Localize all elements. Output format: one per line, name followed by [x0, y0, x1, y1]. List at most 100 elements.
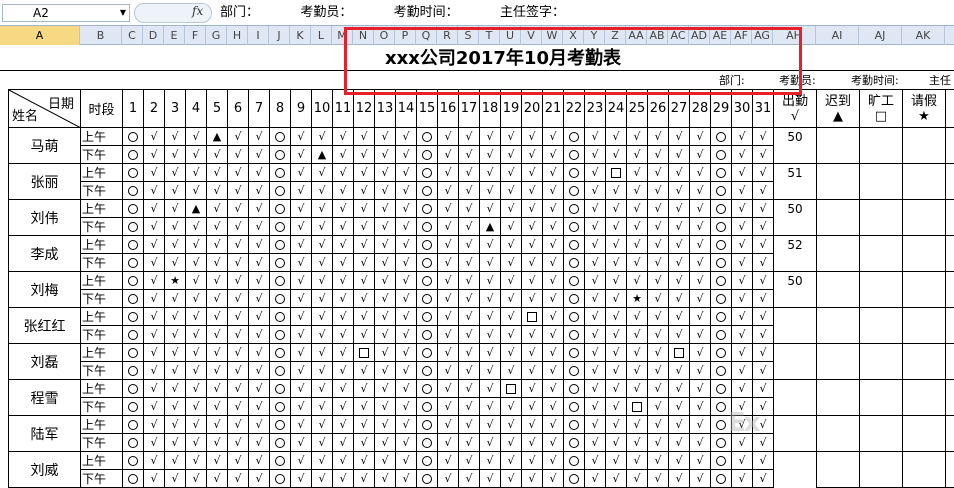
attendance-cell[interactable]: √ [668, 433, 690, 452]
attendance-cell[interactable]: √ [437, 181, 459, 200]
attendance-cell[interactable]: √ [584, 361, 606, 380]
attendance-cell[interactable]: √ [206, 145, 228, 164]
attendance-cell[interactable]: √ [689, 397, 711, 416]
attend-total[interactable] [773, 451, 817, 488]
attendance-cell[interactable] [500, 379, 522, 398]
column-header-aa[interactable]: AA [626, 26, 647, 45]
attendance-cell[interactable]: √ [164, 181, 186, 200]
attendance-cell[interactable]: √ [500, 433, 522, 452]
attendance-cell[interactable]: √ [248, 415, 270, 434]
attendance-cell[interactable]: √ [185, 145, 207, 164]
attendance-cell[interactable]: √ [164, 127, 186, 146]
attendance-cell[interactable]: √ [143, 217, 165, 236]
employee-name[interactable]: 李成 [8, 235, 81, 272]
day-header-9[interactable]: 9 [290, 89, 312, 128]
attendance-cell[interactable]: √ [353, 397, 375, 416]
attendance-cell[interactable]: √ [647, 181, 669, 200]
attendance-cell[interactable]: √ [647, 127, 669, 146]
attendance-cell[interactable]: √ [311, 451, 333, 470]
attendance-cell[interactable]: √ [248, 253, 270, 272]
attendance-cell[interactable]: √ [311, 415, 333, 434]
attendance-cell[interactable]: √ [521, 127, 543, 146]
attendance-cell[interactable]: √ [500, 451, 522, 470]
attendance-cell[interactable]: √ [626, 253, 648, 272]
day-header-10[interactable]: 10 [311, 89, 333, 128]
attendance-cell[interactable]: √ [290, 415, 312, 434]
attendance-cell[interactable]: √ [626, 325, 648, 344]
attendance-cell[interactable]: √ [689, 289, 711, 308]
column-header-y[interactable]: Y [584, 26, 605, 45]
attendance-cell[interactable]: ▲ [479, 217, 501, 236]
attendance-cell[interactable]: √ [584, 289, 606, 308]
attendance-cell[interactable]: √ [311, 253, 333, 272]
attendance-cell[interactable] [269, 289, 291, 308]
attendance-cell[interactable]: √ [437, 271, 459, 290]
attendance-cell[interactable] [122, 451, 144, 470]
attendance-cell[interactable]: √ [605, 451, 627, 470]
attend-total[interactable] [773, 379, 817, 416]
column-header-n[interactable]: N [353, 26, 374, 45]
attendance-cell[interactable]: √ [374, 235, 396, 254]
day-header-3[interactable]: 3 [164, 89, 186, 128]
attendance-cell[interactable]: √ [752, 253, 774, 272]
attendance-cell[interactable]: √ [311, 163, 333, 182]
day-header-18[interactable]: 18 [479, 89, 501, 128]
info-row[interactable]: 部门: 考勤员: 考勤时间: 主任 [0, 72, 954, 89]
attendance-cell[interactable]: √ [353, 289, 375, 308]
attend-total[interactable] [773, 415, 817, 452]
column-header-r[interactable]: R [437, 26, 458, 45]
attendance-cell[interactable]: √ [353, 415, 375, 434]
attendance-cell[interactable]: √ [689, 217, 711, 236]
attendance-cell[interactable]: √ [605, 271, 627, 290]
attendance-cell[interactable] [563, 127, 585, 146]
attendance-cell[interactable] [416, 433, 438, 452]
attendance-cell[interactable] [269, 469, 291, 488]
attendance-cell[interactable]: √ [248, 217, 270, 236]
attendance-cell[interactable]: √ [689, 361, 711, 380]
attendance-cell[interactable]: √ [500, 289, 522, 308]
attendance-cell[interactable]: √ [731, 181, 753, 200]
attendance-cell[interactable]: √ [143, 361, 165, 380]
attendance-cell[interactable]: √ [437, 469, 459, 488]
attendance-cell[interactable]: √ [437, 127, 459, 146]
attendance-cell[interactable]: √ [374, 127, 396, 146]
attendance-cell[interactable]: √ [290, 217, 312, 236]
attendance-cell[interactable] [122, 163, 144, 182]
attendance-cell[interactable]: √ [290, 433, 312, 452]
attendance-cell[interactable]: √ [395, 325, 417, 344]
attendance-cell[interactable]: √ [206, 415, 228, 434]
column-header-g[interactable]: G [206, 26, 227, 45]
attendance-cell[interactable]: √ [689, 253, 711, 272]
attendance-cell[interactable]: √ [206, 271, 228, 290]
attendance-cell[interactable]: √ [542, 379, 564, 398]
attendance-cell[interactable] [122, 181, 144, 200]
column-header-x[interactable]: X [563, 26, 584, 45]
attendance-cell[interactable] [710, 163, 732, 182]
attendance-cell[interactable]: √ [542, 289, 564, 308]
attendance-cell[interactable]: √ [395, 451, 417, 470]
column-header-ag[interactable]: AG [752, 26, 773, 45]
attendance-cell[interactable]: √ [227, 433, 249, 452]
attendance-cell[interactable]: √ [479, 343, 501, 362]
summary-cell[interactable] [945, 379, 954, 416]
employee-name[interactable]: 刘伟 [8, 199, 81, 236]
employee-name[interactable]: 张红红 [8, 307, 81, 344]
attendance-cell[interactable]: √ [668, 127, 690, 146]
attend-header[interactable]: 出勤 √ [773, 89, 817, 128]
attendance-cell[interactable]: √ [500, 343, 522, 362]
summary-cell[interactable] [816, 235, 860, 272]
attendance-cell[interactable]: √ [521, 325, 543, 344]
summary-cell[interactable] [816, 163, 860, 200]
attendance-cell[interactable]: √ [542, 145, 564, 164]
attendance-cell[interactable]: √ [227, 397, 249, 416]
day-header-6[interactable]: 6 [227, 89, 249, 128]
attendance-cell[interactable]: √ [374, 199, 396, 218]
column-header-h[interactable]: H [227, 26, 248, 45]
attendance-cell[interactable]: √ [479, 397, 501, 416]
attendance-cell[interactable]: √ [185, 307, 207, 326]
employee-name[interactable]: 刘磊 [8, 343, 81, 380]
attendance-cell[interactable]: √ [500, 181, 522, 200]
attendance-cell[interactable]: √ [458, 433, 480, 452]
attendance-cell[interactable]: √ [542, 397, 564, 416]
attendance-cell[interactable]: √ [458, 181, 480, 200]
